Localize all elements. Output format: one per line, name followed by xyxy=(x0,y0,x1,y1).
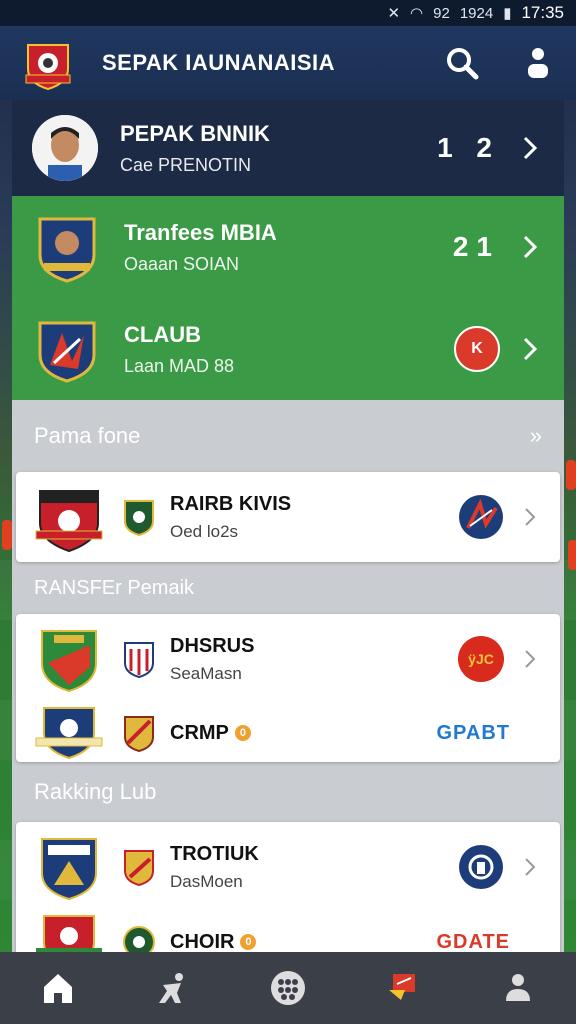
mute-icon: ✕ xyxy=(387,5,401,22)
battery-icon: ▮ xyxy=(503,5,512,22)
player-value: 1 2 xyxy=(437,132,500,163)
item-title: TROTIUK xyxy=(170,842,259,865)
profile-icon[interactable] xyxy=(496,966,540,1010)
chevron-right-icon[interactable] xyxy=(516,233,544,261)
player-position: Cae PRENOTIN xyxy=(120,154,252,175)
signal-icon: 92 xyxy=(433,4,450,22)
club-subtitle: Laan MAD 88 xyxy=(124,355,235,376)
item-subtitle: Oed lo2s xyxy=(170,521,239,541)
app-bar: SEPAK IAUNANAISIA xyxy=(0,26,576,100)
chevron-right-icon[interactable] xyxy=(518,855,542,879)
coin-icon: 0 xyxy=(234,725,251,742)
chevron-right-icon[interactable] xyxy=(518,505,542,529)
mini-crest-icon xyxy=(124,642,154,679)
player-avatar xyxy=(32,115,98,181)
mini-crest-icon xyxy=(123,926,155,952)
section-title: RANSFEr Pemaik xyxy=(34,576,195,599)
mini-crest-icon xyxy=(124,716,154,753)
wifi-icon: ◠ xyxy=(410,5,424,22)
app-title: SEPAK IAUNANAISIA xyxy=(102,50,336,75)
chevron-right-icon[interactable] xyxy=(518,647,542,671)
grid-icon[interactable] xyxy=(266,966,310,1010)
coin-icon: 0 xyxy=(240,934,257,951)
transfer-subtitle: Oaaan SOIAN xyxy=(124,253,240,274)
player-name: PEPAK BNNIK xyxy=(120,120,270,146)
transfer-row[interactable]: Tranfees MBIA Oaaan SOIAN 21 xyxy=(12,196,564,298)
list-item[interactable]: DHSRUS SeaMasn ÿJC xyxy=(16,614,560,704)
card-pamafone: RAIRB KIVIS Oed lo2s xyxy=(16,472,560,562)
club-title: CLAUB xyxy=(124,321,201,347)
bottom-nav xyxy=(0,952,576,1024)
item-title: DHSRUS xyxy=(170,634,255,657)
item-subtitle: DasMoen xyxy=(170,871,243,891)
list-item[interactable]: CRMP 0 GPABT xyxy=(16,704,560,762)
transfer-crest-icon xyxy=(38,217,96,283)
item-title: CRMP 0 xyxy=(170,722,436,745)
list-item[interactable]: TROTIUK DasMoen xyxy=(16,822,560,912)
section-header-transfer: RANSFEr Pemaik xyxy=(12,562,564,614)
club-crest-icon xyxy=(35,707,103,760)
player-icon[interactable] xyxy=(151,966,195,1010)
clock: 17:35 xyxy=(521,3,564,22)
chevron-right-icon[interactable] xyxy=(516,335,544,363)
section-title: Pama fone xyxy=(34,423,141,448)
club-crest-icon xyxy=(41,838,97,901)
club-badge: K xyxy=(454,326,500,372)
section-header-ranking: Rakking Lub xyxy=(12,762,564,822)
club-crest-icon xyxy=(35,490,103,553)
list-item[interactable]: CHOIR 0 GDATE xyxy=(16,912,560,952)
profile-icon[interactable] xyxy=(520,45,556,81)
player-row[interactable]: PEPAK BNNIK Cae PRENOTIN 1 2 xyxy=(12,100,564,196)
section-title: Rakking Lub xyxy=(34,779,157,804)
club-row[interactable]: CLAUB Laan MAD 88 K xyxy=(12,298,564,400)
mini-crest-icon xyxy=(124,500,154,537)
section-header-pamafone: Pama fone » xyxy=(12,400,564,472)
item-subtitle: SeaMasn xyxy=(170,663,242,683)
club-crest-icon xyxy=(36,915,102,952)
mini-crest-icon xyxy=(124,850,154,887)
club-crest-icon xyxy=(38,321,96,383)
club-badge: ÿJC xyxy=(458,636,504,682)
transfer-icon[interactable] xyxy=(381,966,425,1010)
club-badge-icon xyxy=(459,495,503,539)
item-title: CHOIR 0 xyxy=(170,931,436,952)
search-icon[interactable] xyxy=(444,45,480,81)
double-chevron-icon[interactable]: » xyxy=(530,423,542,449)
transfer-value: 21 xyxy=(452,231,500,262)
list-item[interactable]: RAIRB KIVIS Oed lo2s xyxy=(16,472,560,562)
app-logo[interactable] xyxy=(20,35,76,91)
network-label: 1924 xyxy=(459,4,494,22)
main-content: PEPAK BNNIK Cae PRENOTIN 1 2 Tranfees MB… xyxy=(12,100,564,952)
transfer-title: Tranfees MBIA xyxy=(124,219,277,245)
status-label: GDATE xyxy=(436,930,510,953)
home-icon[interactable] xyxy=(36,966,80,1010)
status-label: GPABT xyxy=(436,721,510,744)
card-transfer: DHSRUS SeaMasn ÿJC CRMP 0 GPABT xyxy=(16,614,560,762)
club-badge-icon xyxy=(459,845,503,889)
club-crest-icon xyxy=(41,630,97,693)
card-ranking: TROTIUK DasMoen CHOIR 0 GDATE xyxy=(16,822,560,952)
item-title: RAIRB KIVIS xyxy=(170,492,292,515)
chevron-right-icon[interactable] xyxy=(516,134,544,162)
status-bar: ✕ ◠ 92 1924 ▮ 17:35 xyxy=(0,0,576,26)
